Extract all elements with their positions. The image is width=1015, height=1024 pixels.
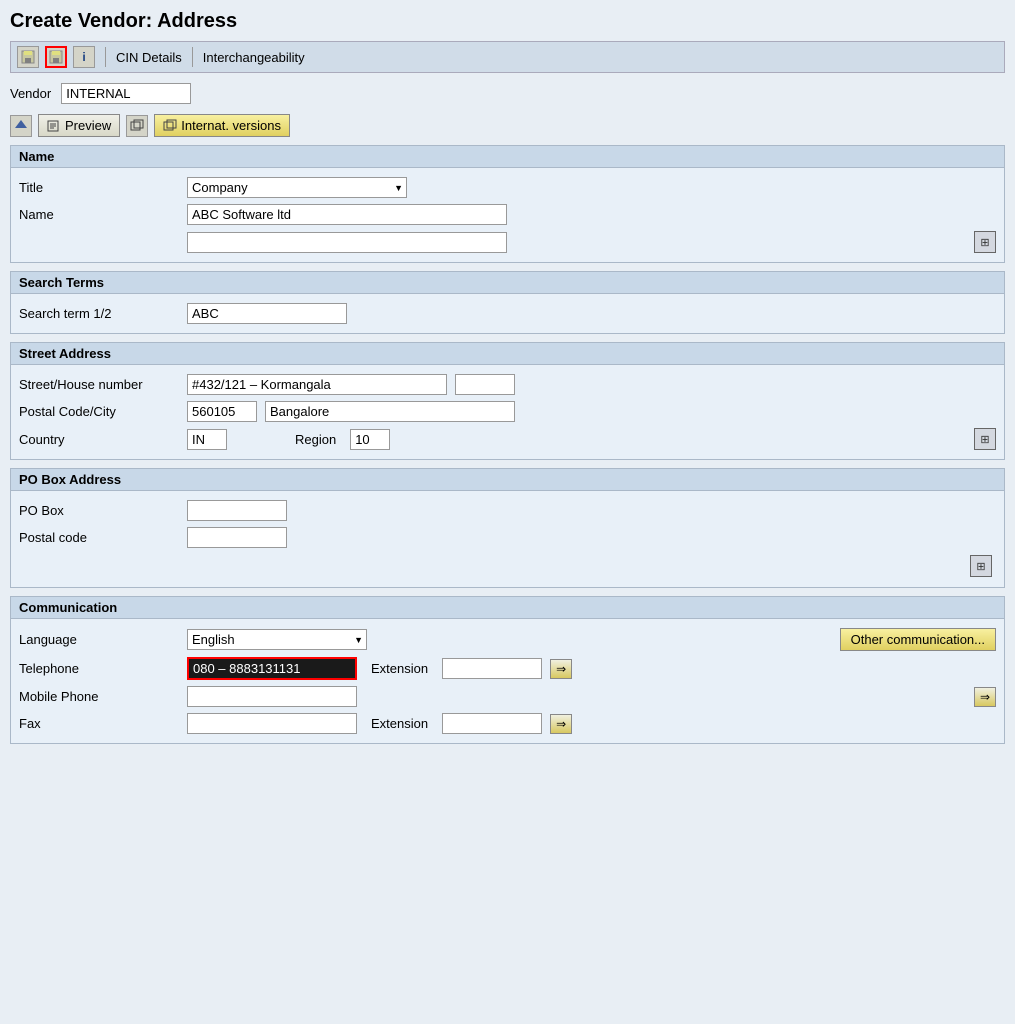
search-terms-body: Search term 1/2 xyxy=(11,294,1004,333)
icon2[interactable] xyxy=(126,115,148,137)
po-box-label: PO Box xyxy=(19,503,179,518)
po-box-section: PO Box Address PO Box Postal code ⊞ xyxy=(10,468,1005,588)
search-term-input[interactable] xyxy=(187,303,347,324)
nav-icon[interactable] xyxy=(10,115,32,137)
street-row: Street/House number xyxy=(19,371,996,398)
vendor-label: Vendor xyxy=(10,86,51,101)
internat-label: Internat. versions xyxy=(181,118,281,133)
name-expand-btn[interactable]: ⊞ xyxy=(974,231,996,253)
fax-extension-input[interactable] xyxy=(442,713,542,734)
title-label: Title xyxy=(19,180,179,195)
country-expand-btn[interactable]: ⊞ xyxy=(974,428,996,450)
po-box-header: PO Box Address xyxy=(11,469,1004,491)
telephone-arrow-btn[interactable]: ⇒ xyxy=(550,659,572,679)
toolbar-separator2 xyxy=(192,47,193,67)
region-input[interactable] xyxy=(350,429,390,450)
country-row: Country Region ⊞ xyxy=(19,425,996,453)
mobile-row: Mobile Phone ⇒ xyxy=(19,683,996,710)
country-label: Country xyxy=(19,432,179,447)
internat-versions-button[interactable]: Internat. versions xyxy=(154,114,290,137)
toolbar-separator xyxy=(105,47,106,67)
language-select[interactable]: English German French xyxy=(187,629,367,650)
city-input[interactable] xyxy=(265,401,515,422)
fax-extension-label: Extension xyxy=(371,716,428,731)
country-input[interactable] xyxy=(187,429,227,450)
toolbar: i CIN Details Interchangeability xyxy=(10,41,1005,73)
save-icon[interactable] xyxy=(17,46,39,68)
telephone-row: Telephone Extension ⇒ xyxy=(19,654,996,683)
title-select-wrapper[interactable]: Company Mr. Mrs. Dr. xyxy=(187,177,407,198)
edit-icon[interactable] xyxy=(45,46,67,68)
fax-arrow-btn[interactable]: ⇒ xyxy=(550,714,572,734)
main-container: Create Vendor: Address i CIN Details Int… xyxy=(0,0,1015,1024)
street-label: Street/House number xyxy=(19,377,179,392)
fax-input[interactable] xyxy=(187,713,357,734)
postal-code-row: Postal code xyxy=(19,524,996,551)
title-row: Title Company Mr. Mrs. Dr. xyxy=(19,174,996,201)
fax-row: Fax Extension ⇒ xyxy=(19,710,996,737)
po-box-input[interactable] xyxy=(187,500,287,521)
preview-label: Preview xyxy=(65,118,111,133)
mobile-input[interactable] xyxy=(187,686,357,707)
street-house-input[interactable] xyxy=(455,374,515,395)
telephone-label: Telephone xyxy=(19,661,179,676)
street-address-section: Street Address Street/House number Posta… xyxy=(10,342,1005,460)
po-box-expand-btn[interactable]: ⊞ xyxy=(970,555,992,577)
postal-code-label: Postal code xyxy=(19,530,179,545)
interchangeability-menu[interactable]: Interchangeability xyxy=(203,50,305,65)
communication-body: Language English German French Other com… xyxy=(11,619,1004,743)
language-row: Language English German French Other com… xyxy=(19,625,996,654)
language-select-wrapper[interactable]: English German French xyxy=(187,629,367,650)
communication-section: Communication Language English German Fr… xyxy=(10,596,1005,744)
preview-icon xyxy=(47,119,61,133)
name-input-2[interactable] xyxy=(187,232,507,253)
street-input[interactable] xyxy=(187,374,447,395)
postal-city-label: Postal Code/City xyxy=(19,404,179,419)
po-box-expand-row: ⊞ xyxy=(19,551,996,581)
street-address-body: Street/House number Postal Code/City Cou… xyxy=(11,365,1004,459)
page-title: Create Vendor: Address xyxy=(10,10,1005,33)
vendor-row: Vendor xyxy=(10,83,1005,104)
search-term-row: Search term 1/2 xyxy=(19,300,996,327)
extension-input-tel[interactable] xyxy=(442,658,542,679)
mobile-label: Mobile Phone xyxy=(19,689,179,704)
info-icon[interactable]: i xyxy=(73,46,95,68)
name-row: Name xyxy=(19,201,996,228)
action-bar: Preview Internat. versions xyxy=(10,114,1005,137)
name-label: Name xyxy=(19,207,179,222)
name-section: Name Title Company Mr. Mrs. Dr. Name xyxy=(10,145,1005,263)
extension-label-tel: Extension xyxy=(371,661,428,676)
mobile-arrow-btn[interactable]: ⇒ xyxy=(974,687,996,707)
postal-city-row: Postal Code/City xyxy=(19,398,996,425)
vendor-input[interactable] xyxy=(61,83,191,104)
title-select[interactable]: Company Mr. Mrs. Dr. xyxy=(187,177,407,198)
name-section-body: Title Company Mr. Mrs. Dr. Name ⊞ xyxy=(11,168,1004,262)
search-terms-header: Search Terms xyxy=(11,272,1004,294)
postal-code-input[interactable] xyxy=(187,401,257,422)
preview-button[interactable]: Preview xyxy=(38,114,120,137)
language-label: Language xyxy=(19,632,179,647)
fax-label: Fax xyxy=(19,716,179,731)
name-input-1[interactable] xyxy=(187,204,507,225)
other-communication-button[interactable]: Other communication... xyxy=(840,628,996,651)
region-label: Region xyxy=(295,432,336,447)
street-address-header: Street Address xyxy=(11,343,1004,365)
search-terms-section: Search Terms Search term 1/2 xyxy=(10,271,1005,334)
po-box-row: PO Box xyxy=(19,497,996,524)
internat-icon xyxy=(163,119,177,133)
name-row2: ⊞ xyxy=(19,228,996,256)
name-section-header: Name xyxy=(11,146,1004,168)
postal-code-po-input[interactable] xyxy=(187,527,287,548)
cin-details-menu[interactable]: CIN Details xyxy=(116,50,182,65)
communication-header: Communication xyxy=(11,597,1004,619)
telephone-input[interactable] xyxy=(187,657,357,680)
po-box-body: PO Box Postal code ⊞ xyxy=(11,491,1004,587)
search-term-label: Search term 1/2 xyxy=(19,306,179,321)
